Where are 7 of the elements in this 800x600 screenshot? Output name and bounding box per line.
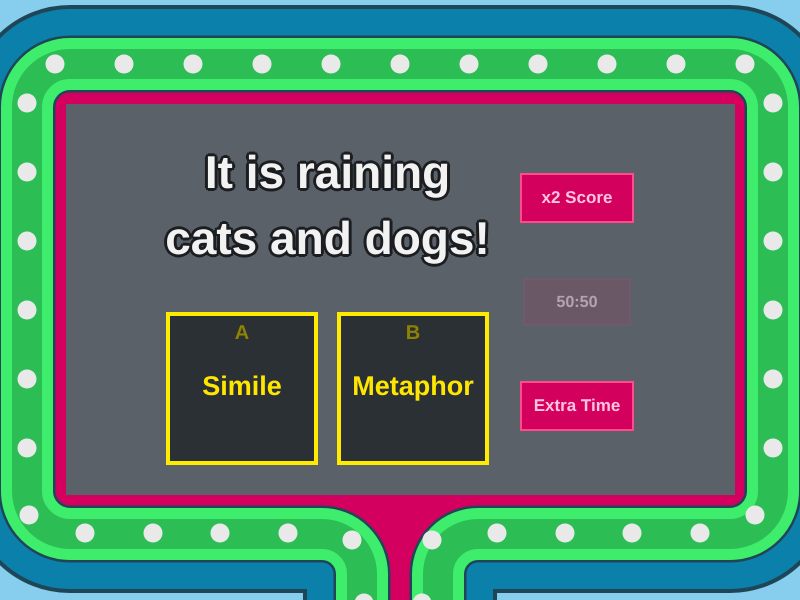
powerup-button[interactable]: Extra Time [520,381,634,431]
option-letter: B [406,321,420,345]
question-text: It is raining cats and dogs! [164,145,491,266]
option-letter: A [234,321,250,345]
answer-button[interactable]: B Metaphor [337,312,489,465]
answer-button[interactable]: A Simile [166,312,318,465]
powerup-button[interactable]: x2 Score [520,173,634,223]
